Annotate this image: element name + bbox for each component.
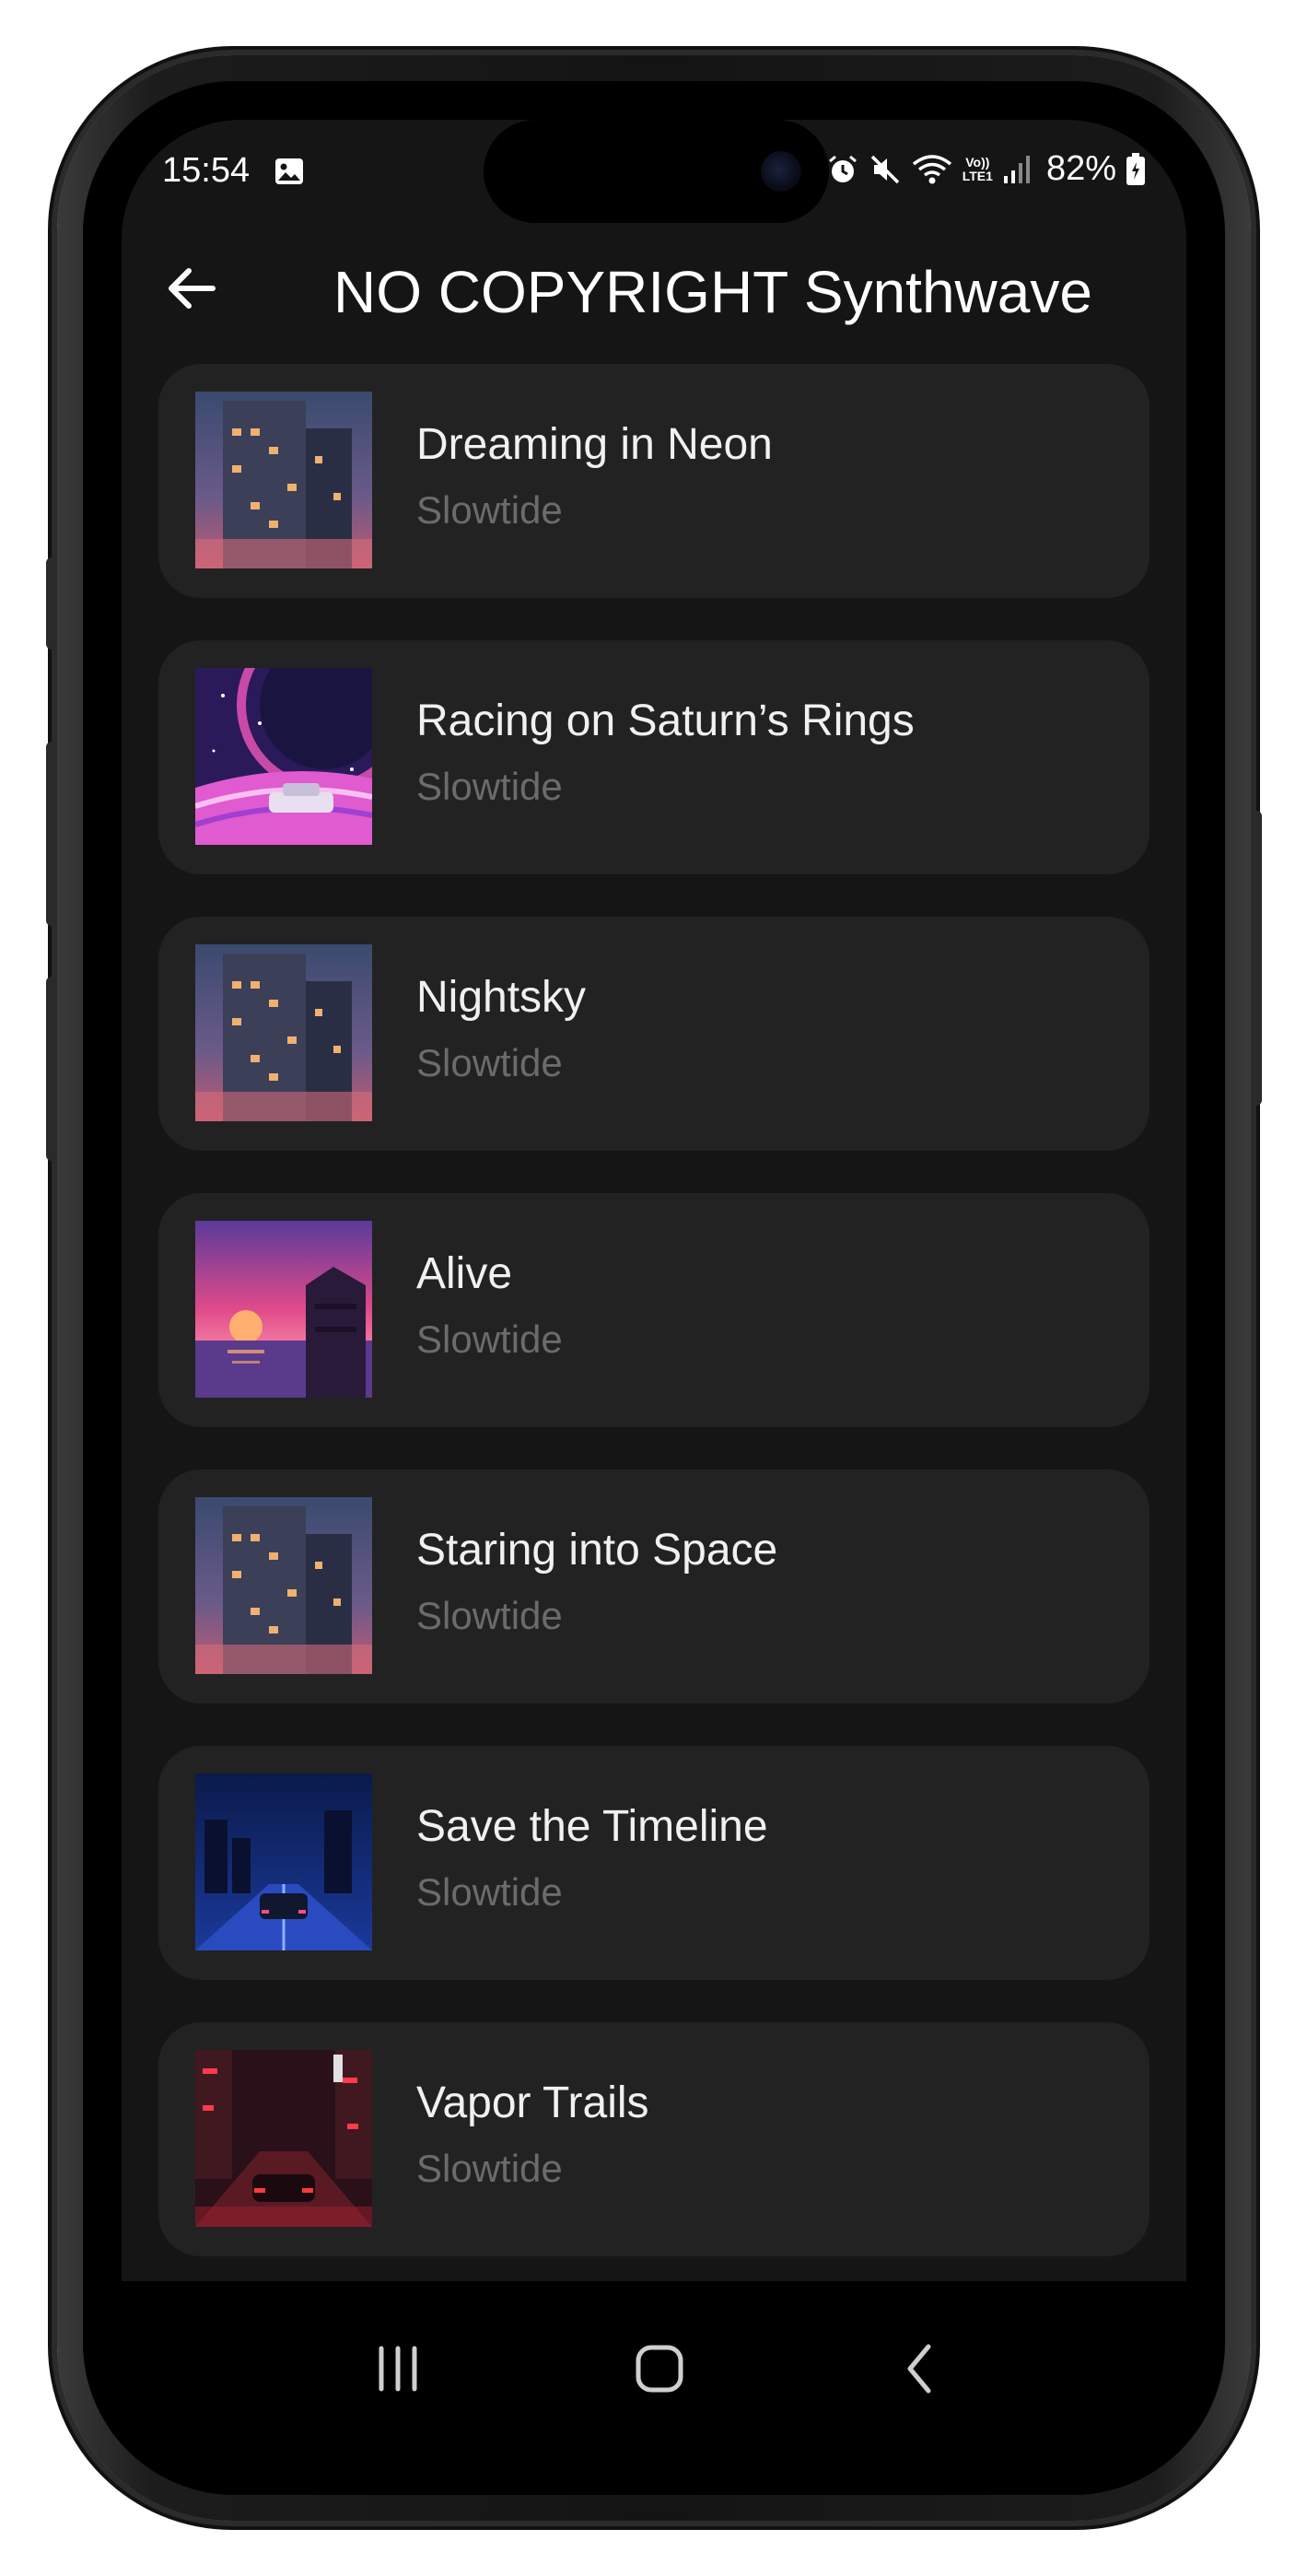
song-title: Dreaming in Neon (416, 420, 773, 469)
song-artist: Slowtide (416, 1041, 563, 1084)
volume-up-button (46, 742, 57, 926)
bezel: 15:54 Vo)) LTE1 82% NO COPYRIGHT Synthwa… (83, 81, 1225, 2495)
song-artist: Slowtide (416, 488, 563, 532)
song-card[interactable]: Alive Slowtide (158, 1193, 1149, 1427)
arrow-left-icon (169, 268, 216, 309)
album-art-sunset-sea (195, 1221, 372, 1398)
song-artist: Slowtide (416, 765, 563, 808)
recent-apps-icon (379, 2346, 417, 2392)
volume-down-button (46, 977, 57, 1161)
song-title: Racing on Saturn’s Rings (416, 697, 915, 745)
app-bar: NO COPYRIGHT Synthwave (122, 230, 1186, 350)
page-title: NO COPYRIGHT Synthwave (333, 259, 1092, 325)
song-title: Alive (416, 1249, 513, 1298)
system-back-button[interactable] (880, 2336, 963, 2401)
battery-icon (1126, 152, 1145, 185)
action-button (46, 557, 57, 650)
song-title: Staring into Space (416, 1526, 778, 1575)
system-nav-bar (122, 2281, 1186, 2456)
song-artist: Slowtide (416, 2147, 563, 2190)
back-icon (907, 2344, 931, 2394)
phone-frame: 15:54 Vo)) LTE1 82% NO COPYRIGHT Synthwa… (46, 55, 1262, 2521)
signal-icon (1003, 155, 1030, 183)
album-art-neon-building (195, 944, 372, 1121)
song-card[interactable]: Nightsky Slowtide (158, 917, 1149, 1151)
song-card[interactable]: Staring into Space Slowtide (158, 1469, 1149, 1704)
volte-icon: Vo)) LTE1 (962, 154, 993, 183)
volte-label-bottom: LTE1 (962, 168, 993, 183)
song-artist: Slowtide (416, 1317, 563, 1361)
album-art-neon-building (195, 1497, 372, 1674)
home-button[interactable] (618, 2336, 701, 2401)
song-title: Nightsky (416, 973, 587, 1022)
album-art-neon-building (195, 392, 372, 568)
mute-icon (870, 155, 899, 183)
song-title: Save the Timeline (416, 1802, 768, 1851)
status-time: 15:54 (162, 151, 251, 190)
dynamic-island (484, 120, 829, 223)
home-icon (636, 2345, 683, 2393)
album-art-red-street-car (195, 2050, 372, 2227)
song-title: Vapor Trails (416, 2078, 649, 2127)
screen: 15:54 Vo)) LTE1 82% NO COPYRIGHT Synthwa… (122, 120, 1186, 2456)
battery-percent: 82% (1045, 149, 1116, 188)
song-card[interactable]: Dreaming in Neon Slowtide (158, 364, 1149, 598)
volte-label-top: Vo)) (965, 154, 990, 170)
song-card[interactable]: Save the Timeline Slowtide (158, 1746, 1149, 1980)
wifi-icon (912, 154, 951, 183)
power-button (1251, 811, 1262, 1106)
song-artist: Slowtide (416, 1870, 563, 1914)
front-camera (761, 151, 801, 192)
recent-apps-button[interactable] (356, 2336, 439, 2401)
gallery-icon (274, 155, 304, 184)
album-art-saturn-car (195, 668, 372, 845)
back-button[interactable] (158, 256, 223, 321)
alarm-icon (828, 155, 857, 182)
album-art-blue-city-car (195, 1774, 372, 1950)
song-card[interactable]: Vapor Trails Slowtide (158, 2022, 1149, 2256)
song-card[interactable]: Racing on Saturn’s Rings Slowtide (158, 640, 1149, 874)
song-artist: Slowtide (416, 1594, 563, 1637)
